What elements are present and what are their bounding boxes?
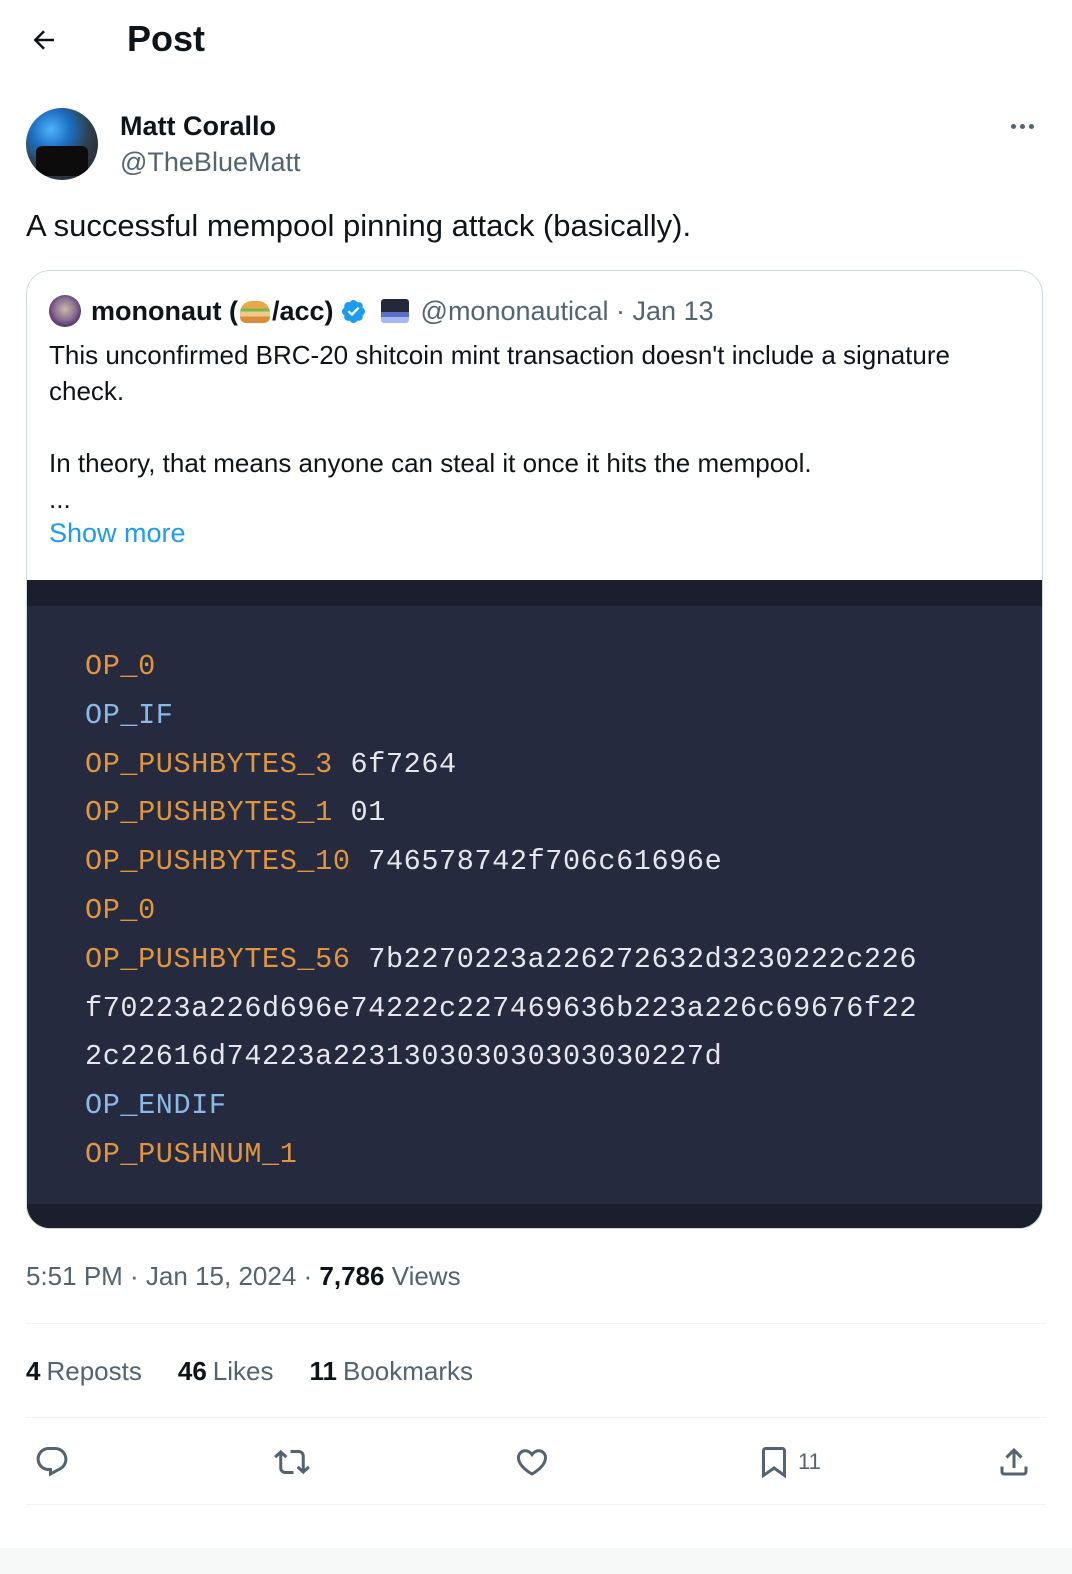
code-opcode: OP_PUSHBYTES_3: [85, 747, 333, 781]
post-timestamp[interactable]: 5:51 PM · Jan 15, 2024 ·: [26, 1261, 319, 1291]
share-button[interactable]: [996, 1436, 1032, 1488]
heart-icon: [516, 1449, 548, 1476]
code-block: OP_0 OP_IF OP_PUSHBYTES_3 6f7264 OP_PUSHBYT…: [85, 643, 917, 1180]
affiliate-badge-icon: [380, 299, 409, 323]
author-name[interactable]: Matt Corallo: [120, 110, 276, 142]
bookmarks-stat[interactable]: 11 Bookmarks: [309, 1354, 473, 1388]
code-line: OP_PUSHNUM_1: [85, 1131, 917, 1180]
reposts-stat[interactable]: 4 Reposts: [26, 1354, 142, 1388]
author-handle[interactable]: @TheBlueMatt: [120, 146, 300, 178]
more-options-button[interactable]: [1002, 112, 1042, 140]
quoted-post-header: mononaut (/acc) @mononautical · Jan 13: [49, 293, 714, 329]
code-argument: 746578742f706c61696e: [350, 845, 723, 879]
divider: [26, 1323, 1046, 1324]
code-opcode: OP_PUSHBYTES_10: [85, 845, 351, 879]
code-opcode: OP_ENDIF: [85, 1089, 227, 1123]
code-opcode: OP_0: [85, 893, 156, 927]
code-argument: 7b2270223a226272632d3230222c226: [350, 942, 918, 976]
share-icon: [1000, 1447, 1028, 1476]
code-argument: 2c22616d74223a223130303030303030227d: [85, 1040, 723, 1074]
quoted-paragraph: In theory, that means anyone can steal i…: [49, 448, 812, 478]
code-line: OP_PUSHBYTES_1 01: [85, 789, 917, 838]
code-opcode: OP_PUSHNUM_1: [85, 1137, 298, 1171]
code-argument: 01: [332, 796, 386, 830]
code-line: OP_0: [85, 643, 917, 692]
verified-badge-icon: [341, 299, 365, 323]
repost-button[interactable]: [274, 1436, 310, 1488]
code-line: OP_PUSHBYTES_3 6f7264: [85, 741, 917, 790]
divider: [26, 1417, 1046, 1418]
views-label: Views: [384, 1261, 461, 1291]
action-bar: 11: [26, 1436, 1046, 1488]
code-opcode: OP_PUSHBYTES_1: [85, 796, 333, 830]
code-screenshot-image[interactable]: OP_0 OP_IF OP_PUSHBYTES_3 6f7264 OP_PUSHBYT…: [27, 580, 1042, 1228]
post-text: A successful mempool pinning attack (bas…: [26, 208, 692, 243]
page-title: Post: [127, 18, 206, 59]
footer-strip: [0, 1548, 1072, 1574]
code-argument: f70223a226d696e74222c227469636b223a226c6…: [85, 991, 918, 1025]
like-button[interactable]: [514, 1436, 550, 1488]
code-line: f70223a226d696e74222c227469636b223a226c6…: [85, 985, 917, 1034]
code-opcode: OP_PUSHBYTES_56: [85, 942, 351, 976]
code-line: OP_PUSHBYTES_56 7b2270223a226272632d3230…: [85, 936, 917, 985]
quoted-ellipsis: ...: [49, 484, 71, 514]
bookmark-count: 11: [798, 1449, 821, 1474]
bookmark-button[interactable]: 11: [756, 1436, 821, 1488]
sandwich-emoji-icon: [239, 301, 270, 323]
quoted-handle-date[interactable]: @mononautical · Jan 13: [421, 295, 714, 327]
post-meta: 5:51 PM · Jan 15, 2024 · 7,786 Views: [26, 1259, 461, 1293]
engagement-stats: 4 Reposts 46 Likes 11 Bookmarks: [26, 1354, 473, 1388]
code-opcode: OP_IF: [85, 698, 174, 732]
quoted-post-text: This unconfirmed BRC-20 shitcoin mint tr…: [49, 337, 1009, 517]
code-line: OP_IF: [85, 692, 917, 741]
divider: [26, 1504, 1046, 1505]
show-more-link[interactable]: Show more: [49, 515, 186, 551]
back-button[interactable]: [24, 20, 64, 60]
code-argument: 6f7264: [332, 747, 457, 781]
bookmark-icon: [762, 1447, 786, 1479]
quoted-paragraph: This unconfirmed BRC-20 shitcoin mint tr…: [49, 340, 950, 406]
code-line: 2c22616d74223a223130303030303030227d: [85, 1033, 917, 1082]
reply-button[interactable]: [34, 1436, 70, 1488]
avatar[interactable]: [26, 108, 98, 180]
code-line: OP_PUSHBYTES_10 746578742f706c61696e: [85, 838, 917, 887]
code-opcode: OP_0: [85, 650, 156, 683]
reply-icon: [36, 1447, 68, 1477]
code-line: OP_0: [85, 887, 917, 936]
arrow-left-icon: [33, 30, 54, 50]
likes-stat[interactable]: 46 Likes: [178, 1354, 274, 1388]
views-count: 7,786: [319, 1261, 385, 1291]
post-author: Matt Corallo @TheBlueMatt: [26, 108, 1046, 182]
quoted-author-name[interactable]: mononaut (/acc): [91, 295, 334, 327]
more-dots-icon: [1010, 123, 1016, 129]
quoted-post[interactable]: mononaut (/acc) @mononautical · Jan 13 T…: [26, 270, 1043, 1229]
top-bar: Post: [0, 0, 1072, 80]
code-line: OP_ENDIF: [85, 1082, 917, 1131]
quoted-avatar[interactable]: [49, 295, 81, 327]
repost-icon: [274, 1449, 310, 1475]
